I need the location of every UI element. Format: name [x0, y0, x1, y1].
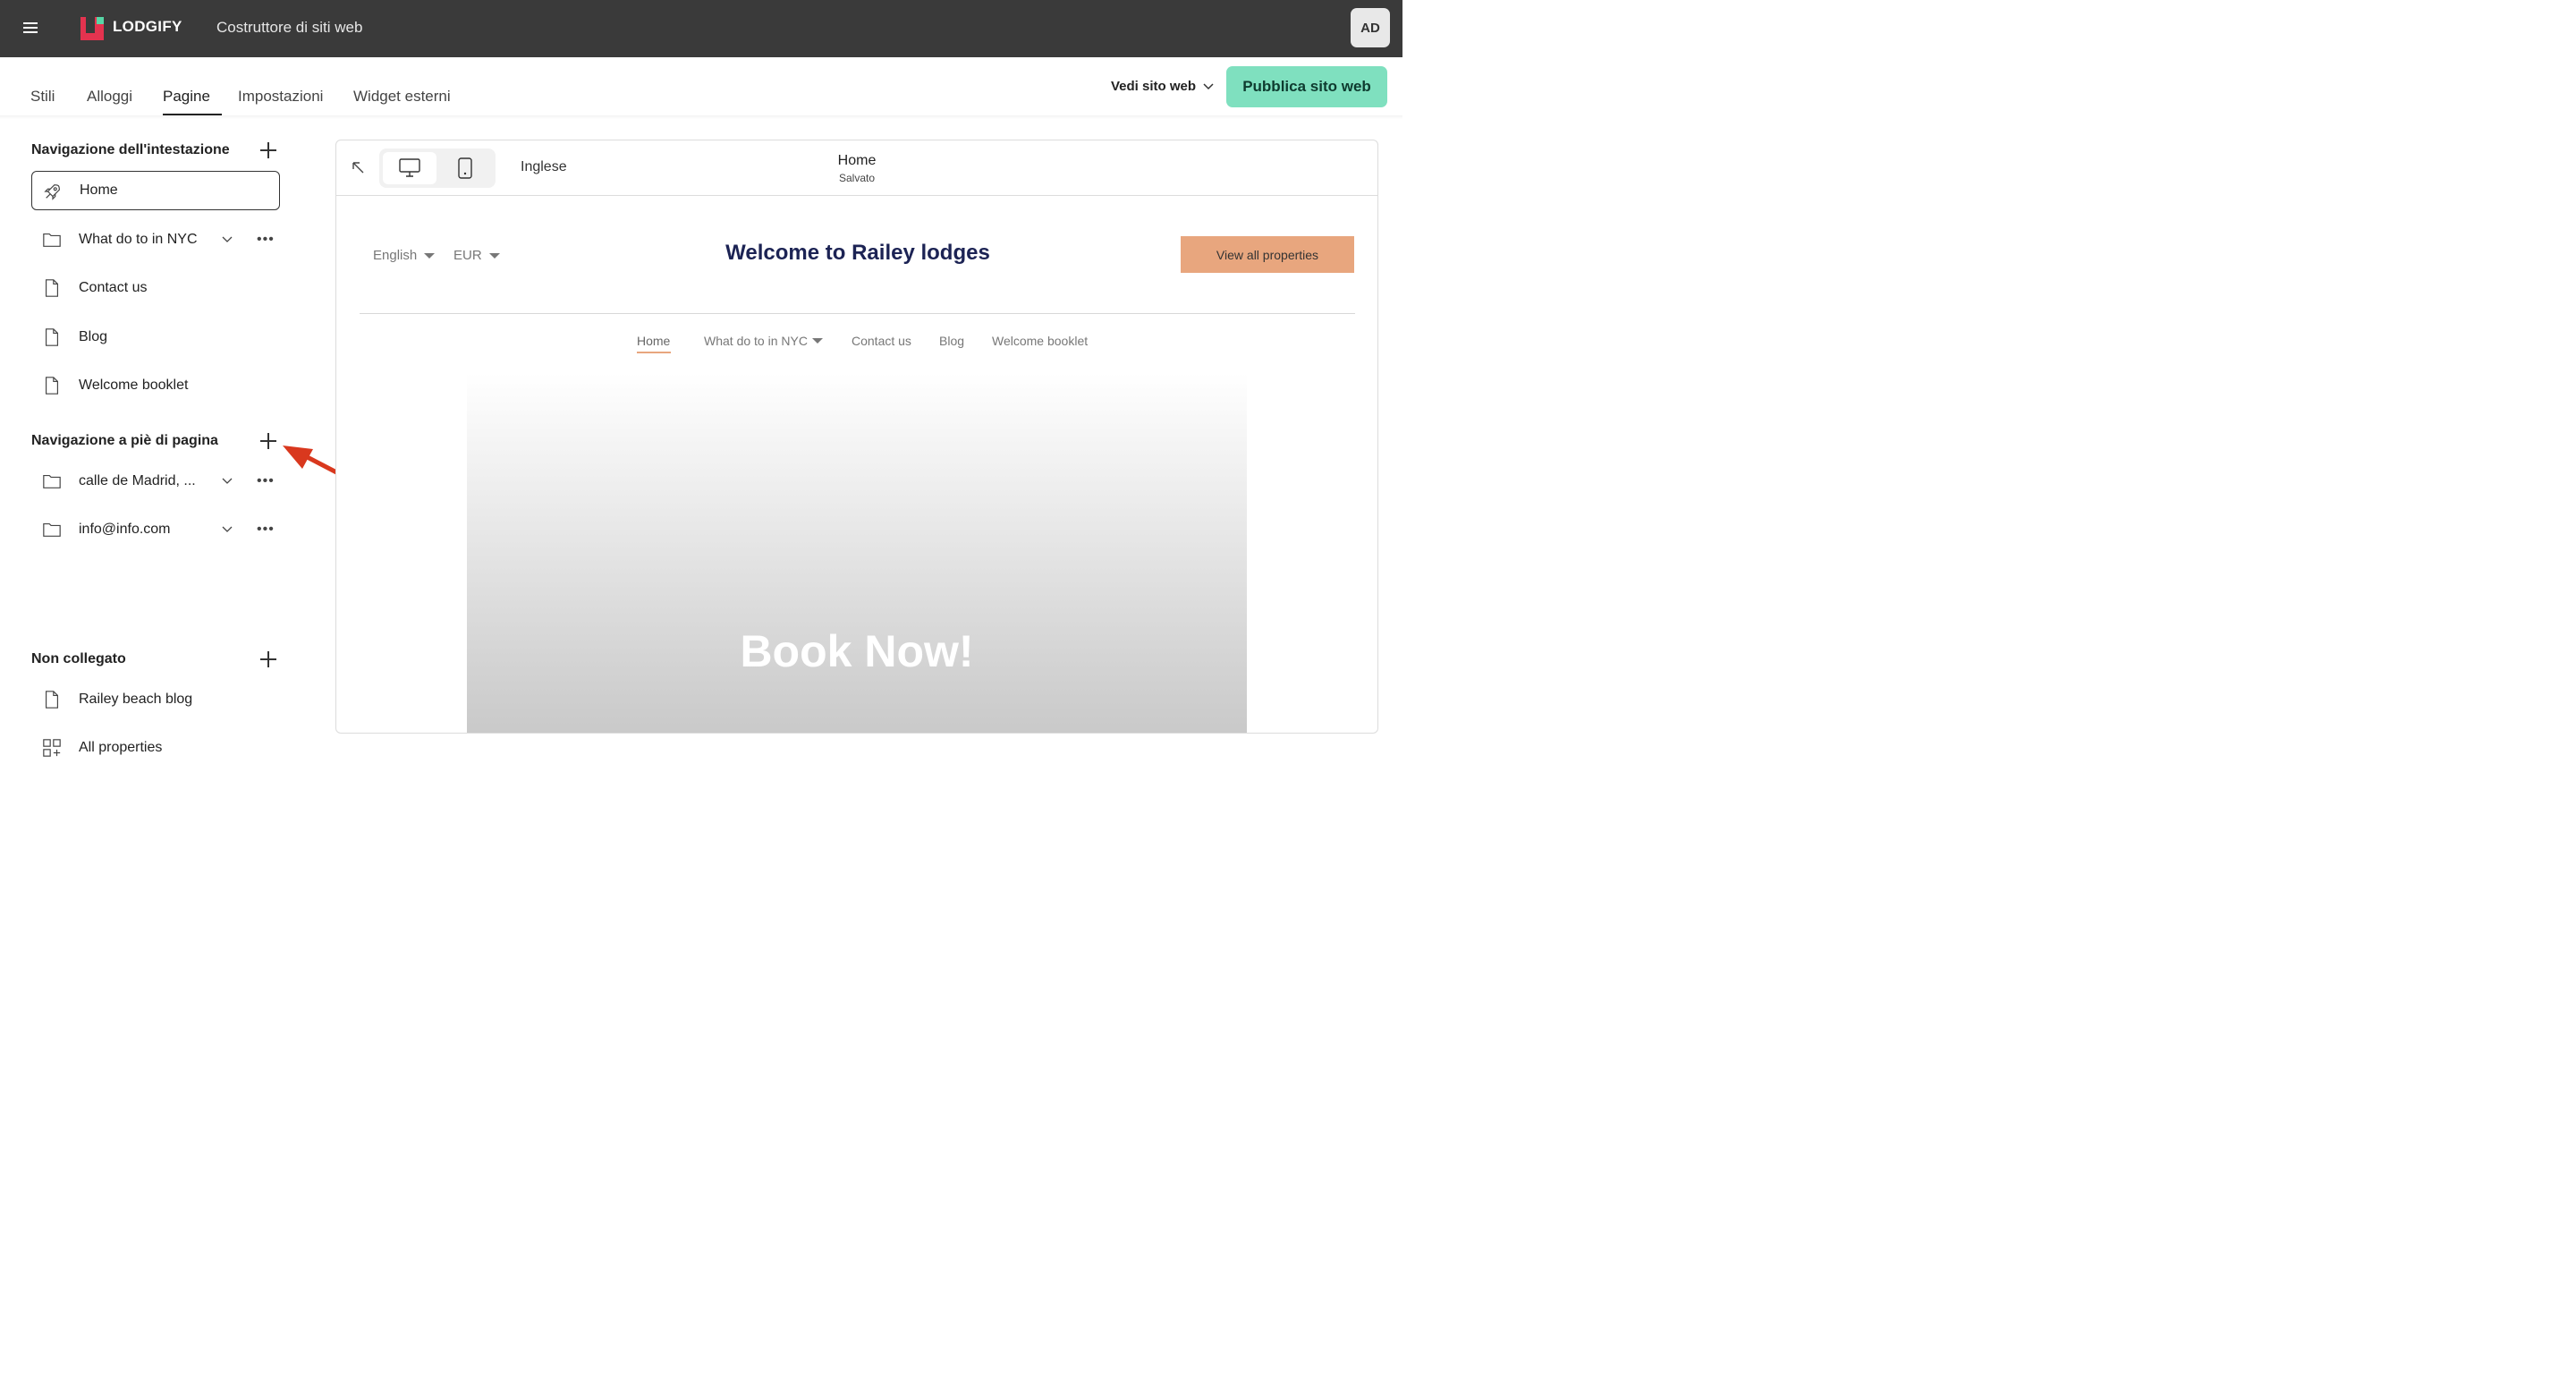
sidebar-item-label: Contact us — [79, 280, 148, 295]
grid-add-icon — [43, 739, 61, 757]
chevron-down-icon[interactable] — [221, 474, 233, 487]
page-icon — [45, 279, 59, 297]
sidebar-item-welcome-booklet[interactable]: Welcome booklet — [31, 366, 280, 405]
chevron-down-icon — [1203, 82, 1214, 89]
sidebar-item-all-properties[interactable]: All properties — [31, 728, 280, 768]
sidebar-item-label: Welcome booklet — [79, 378, 189, 393]
folder-icon — [43, 474, 61, 488]
header-divider — [0, 115, 1402, 119]
collapse-arrow-icon[interactable] — [351, 160, 365, 174]
add-footer-page-icon[interactable] — [260, 433, 276, 449]
preview-page-name: Home — [837, 153, 877, 168]
publish-site-button[interactable]: Pubblica sito web — [1226, 66, 1387, 107]
sidebar-item-info-email[interactable]: info@info.com ••• — [31, 510, 280, 549]
site-divider — [360, 313, 1355, 314]
sidebar-item-label: Blog — [79, 329, 108, 344]
sidebar-item-railey-beach-blog[interactable]: Railey beach blog — [31, 680, 280, 719]
site-nav-blog[interactable]: Blog — [939, 334, 964, 348]
sidebar-item-blog[interactable]: Blog — [31, 318, 280, 357]
footer-nav-title: Navigazione a piè di pagina — [31, 433, 218, 448]
preview-language[interactable]: Inglese — [521, 159, 567, 175]
sidebar-item-label: What do to in NYC — [79, 232, 198, 247]
avatar[interactable]: AD — [1351, 8, 1390, 47]
desktop-icon — [399, 158, 420, 177]
lodgify-logo-icon — [80, 17, 104, 40]
page-icon — [45, 377, 59, 395]
main-tabs: Stili Alloggi Pagine Impostazioni Widget… — [16, 57, 462, 116]
add-header-page-icon[interactable] — [260, 142, 276, 158]
app-title: Costruttore di siti web — [216, 19, 363, 36]
sidebar-item-label: All properties — [79, 740, 163, 755]
save-status: Salvato — [838, 172, 876, 184]
site-nav-active-indicator — [637, 352, 671, 353]
site-nav-what-do-to-in-nyc[interactable]: What do to in NYC — [704, 334, 823, 348]
logo-text: LODGIFY — [113, 18, 182, 35]
rocket-icon — [44, 184, 60, 200]
desktop-view-button[interactable] — [383, 152, 436, 184]
site-nav-label: What do to in NYC — [704, 334, 808, 348]
sidebar-item-home[interactable]: Home — [31, 171, 280, 210]
sidebar-item-calle-de-madrid[interactable]: calle de Madrid, ... ••• — [31, 462, 280, 501]
sidebar-item-label: info@info.com — [79, 522, 171, 537]
device-toggle — [379, 149, 496, 188]
site-nav-home[interactable]: Home — [637, 334, 670, 348]
sidebar-item-label: Home — [80, 182, 118, 198]
chevron-down-icon[interactable] — [221, 522, 233, 535]
tab-alloggi[interactable]: Alloggi — [87, 88, 132, 106]
caret-down-icon — [811, 338, 823, 344]
tab-stili[interactable]: Stili — [30, 88, 55, 106]
folder-icon — [43, 522, 61, 537]
sidebar-item-label: calle de Madrid, ... — [79, 473, 196, 488]
view-all-properties-button[interactable]: View all properties — [1181, 236, 1354, 273]
menu-icon[interactable] — [23, 22, 38, 33]
site-preview: Inglese Home Salvato English EUR Welcome… — [335, 140, 1378, 734]
tab-widget-esterni[interactable]: Widget esterni — [353, 88, 451, 106]
view-site-label: Vedi sito web — [1111, 79, 1197, 94]
view-site-dropdown[interactable]: Vedi sito web — [1111, 79, 1214, 94]
folder-icon — [43, 233, 61, 247]
page-icon — [45, 328, 59, 346]
top-bar: LODGIFY Costruttore di siti web AD — [0, 0, 1402, 57]
sidebar-item-what-do-to-in-nyc[interactable]: What do to in NYC ••• — [31, 220, 280, 259]
hero-banner: Book Now! — [467, 373, 1247, 733]
preview-toolbar: Inglese Home Salvato — [336, 140, 1377, 196]
chevron-down-icon[interactable] — [221, 233, 233, 245]
header-nav-title: Navigazione dell'intestazione — [31, 142, 230, 157]
more-options-icon[interactable]: ••• — [257, 522, 275, 538]
sidebar-item-label: Railey beach blog — [79, 692, 193, 707]
more-options-icon[interactable]: ••• — [257, 473, 275, 489]
page-icon — [45, 691, 59, 709]
tab-impostazioni[interactable]: Impostazioni — [238, 88, 323, 106]
site-nav-welcome-booklet[interactable]: Welcome booklet — [992, 334, 1088, 348]
unlinked-title: Non collegato — [31, 651, 126, 666]
add-unlinked-page-icon[interactable] — [260, 651, 276, 667]
site-nav-contact-us[interactable]: Contact us — [852, 334, 911, 348]
mobile-icon — [458, 157, 472, 179]
hero-text: Book Now! — [740, 626, 974, 676]
sidebar-item-contact-us[interactable]: Contact us — [31, 268, 280, 308]
tab-pagine[interactable]: Pagine — [163, 88, 210, 106]
more-options-icon[interactable]: ••• — [257, 232, 275, 248]
mobile-view-button[interactable] — [438, 152, 492, 184]
